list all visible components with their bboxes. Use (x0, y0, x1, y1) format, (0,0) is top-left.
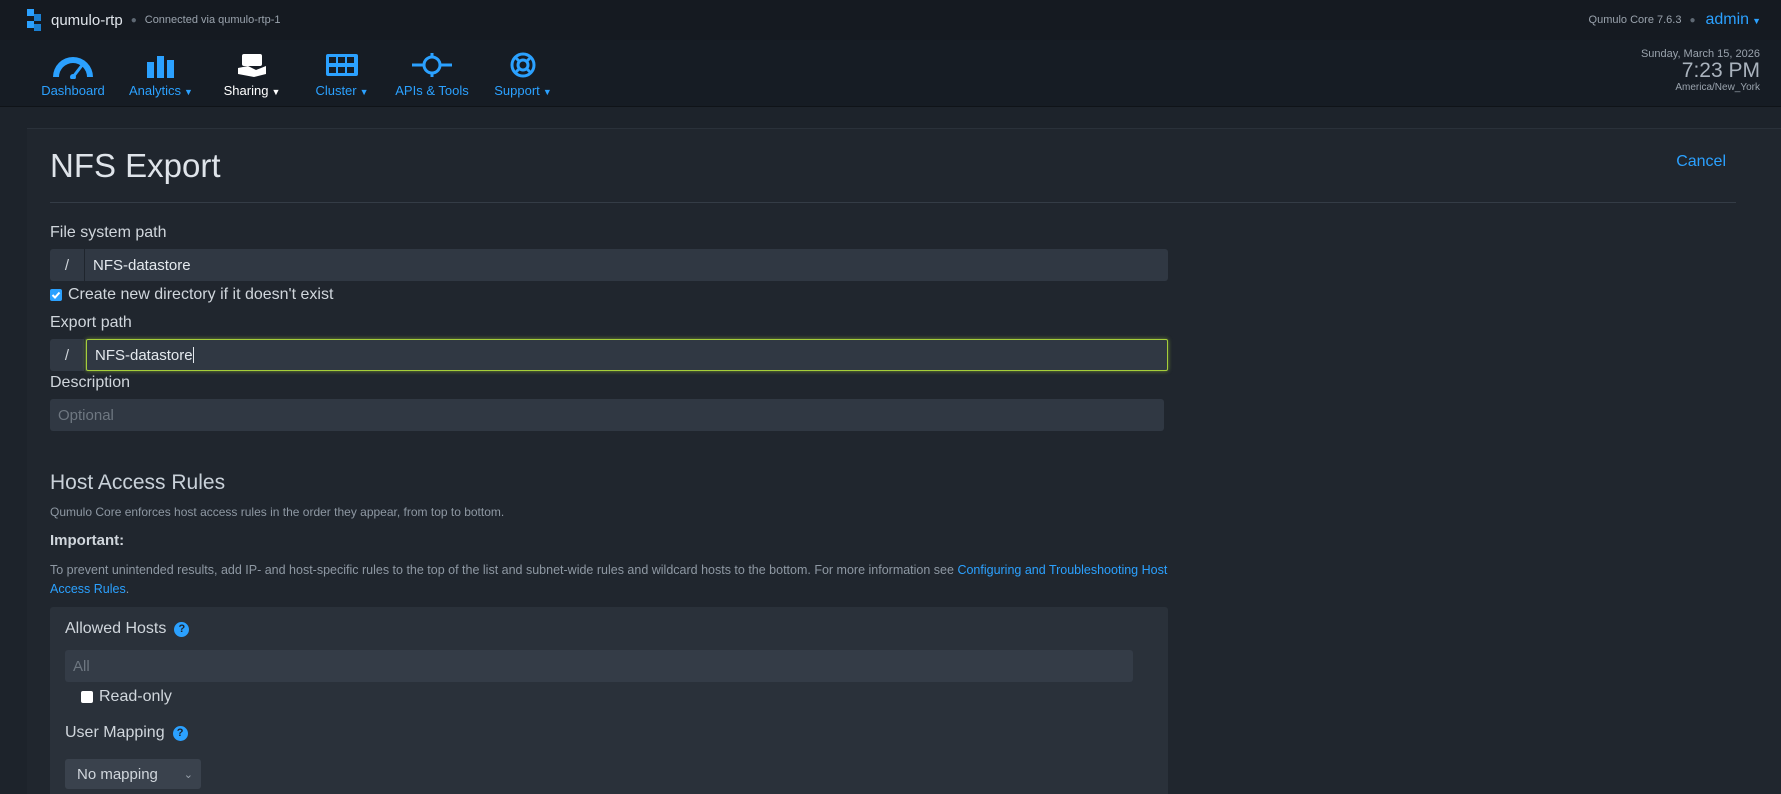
caret-down-icon: ▼ (1752, 16, 1761, 26)
caret-down-icon: ▼ (184, 87, 193, 97)
chevron-down-icon: ⌄ (183, 768, 193, 781)
note-text: To prevent unintended results, add IP- a… (50, 563, 958, 577)
readonly-checkbox-row[interactable]: Read-only (81, 688, 172, 706)
text-cursor (192, 347, 194, 363)
cluster-name: qumulo-rtp (51, 11, 123, 29)
user-mapping-label-row: User Mapping ? (65, 724, 188, 742)
nav-apis-tools[interactable]: APIs & Tools (392, 50, 472, 98)
host-access-note: To prevent unintended results, add IP- a… (50, 561, 1190, 599)
fs-path-prefix: / (50, 249, 85, 281)
nav-label: Analytics (129, 83, 182, 98)
nav-label: Cluster (315, 83, 357, 98)
export-path-label: Export path (50, 314, 132, 331)
allowed-hosts-label: Allowed Hosts (65, 620, 167, 637)
separator-dot: ● (1689, 14, 1696, 26)
host-access-intro: Qumulo Core enforces host access rules i… (50, 505, 505, 519)
user-mapping-select[interactable]: No mapping ⌄ (65, 759, 201, 789)
export-path-input[interactable]: NFS-datastore (86, 339, 1168, 371)
nav-support[interactable]: Support ▼ (490, 50, 556, 98)
nav-label: Dashboard (41, 83, 105, 98)
create-dir-checkbox[interactable] (50, 289, 62, 301)
connection-status: Connected via qumulo-rtp-1 (144, 14, 281, 26)
export-path-field[interactable]: / NFS-datastore (50, 339, 1168, 371)
clock: Sunday, March 15, 2026 7:23 PM America/N… (1641, 48, 1760, 93)
export-path-prefix: / (50, 339, 85, 371)
bar-chart-icon (126, 50, 196, 80)
page-title: NFS Export (50, 147, 221, 184)
nav-cluster[interactable]: Cluster ▼ (310, 50, 374, 98)
clock-timezone: America/New_York (1675, 82, 1760, 93)
host-access-rule: Allowed Hosts ? All Read-only User Mappi… (50, 607, 1168, 794)
sharing-icon (220, 50, 284, 80)
cancel-link[interactable]: Cancel (1676, 153, 1726, 171)
nav-label: APIs & Tools (395, 83, 469, 98)
nfs-export-panel: NFS Export Cancel File system path / NFS… (27, 128, 1781, 794)
create-dir-checkbox-row[interactable]: Create new directory if it doesn't exist (50, 286, 333, 304)
user-mapping-value: No mapping (77, 765, 158, 783)
nav-dashboard[interactable]: Dashboard (38, 50, 108, 98)
help-icon[interactable]: ? (174, 621, 190, 637)
important-label: Important: (50, 532, 125, 549)
nav-sharing[interactable]: Sharing ▼ (220, 50, 284, 98)
create-dir-label: Create new directory if it doesn't exist (68, 286, 334, 303)
user-name: admin (1705, 11, 1750, 28)
caret-down-icon: ▼ (359, 87, 369, 97)
fs-path-value[interactable]: NFS-datastore (85, 257, 191, 274)
fs-path-field[interactable]: / NFS-datastore (50, 249, 1168, 281)
help-icon[interactable]: ? (172, 725, 188, 741)
description-input[interactable]: Optional (50, 399, 1164, 431)
top-bar: qumulo-rtp ● Connected via qumulo-rtp-1 … (0, 0, 1781, 40)
nav-analytics[interactable]: Analytics ▼ (126, 50, 196, 98)
main-nav: Dashboard Analytics ▼ Sharing ▼ Cluster … (0, 40, 1781, 107)
caret-down-icon: ▼ (271, 87, 281, 97)
clock-time: 7:23 PM (1681, 59, 1760, 82)
readonly-label: Read-only (99, 688, 172, 705)
allowed-hosts-label-row: Allowed Hosts ? (65, 620, 190, 638)
gauge-icon (38, 50, 108, 80)
note-end: . (125, 582, 130, 596)
allowed-hosts-input[interactable]: All (65, 650, 1133, 682)
topbar-right: Qumulo Core 7.6.3 ● admin ▼ (1589, 11, 1761, 29)
fs-path-label: File system path (50, 224, 167, 241)
export-path-value: NFS-datastore (95, 346, 193, 364)
api-icon (392, 50, 472, 80)
host-access-title: Host Access Rules (50, 471, 226, 494)
description-label: Description (50, 374, 131, 391)
readonly-checkbox[interactable] (81, 691, 93, 703)
nav-label: Support (494, 83, 540, 98)
qumulo-logo-icon (27, 9, 43, 31)
caret-down-icon: ▼ (542, 87, 552, 97)
server-icon (310, 50, 374, 80)
user-menu[interactable]: admin ▼ (1706, 11, 1762, 29)
version-label: Qumulo Core 7.6.3 (1588, 14, 1682, 26)
lifebuoy-icon (490, 50, 556, 80)
user-mapping-label: User Mapping (65, 724, 165, 741)
divider (50, 202, 1736, 203)
nav-label: Sharing (223, 83, 269, 98)
separator-dot: ● (130, 14, 137, 26)
